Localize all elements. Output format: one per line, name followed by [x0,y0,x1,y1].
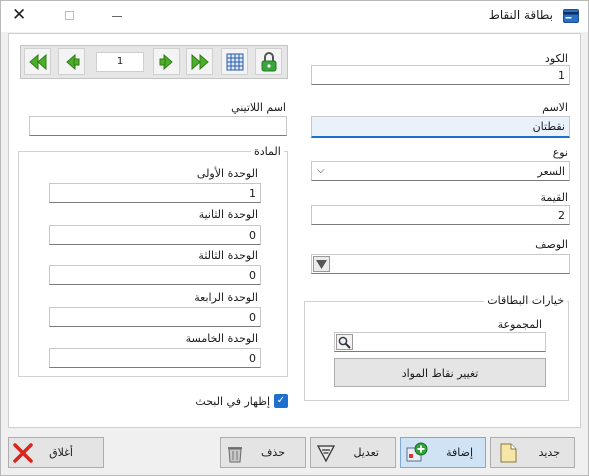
value-label: القيمة [540,191,568,204]
delete-button[interactable]: حذف [220,437,306,468]
unit-2-field[interactable]: 0 [49,225,261,245]
window-title: بطاقة النقاط [488,8,553,22]
group-field[interactable] [334,332,546,352]
next-record-icon [159,53,173,70]
minimize-icon[interactable] [112,16,122,17]
new-document-icon [497,442,519,464]
edit-button-label: تعديل [353,446,379,459]
unit-3-label: الوحدة الثالثة [198,249,258,262]
show-in-search-label: إظهار في البحث [195,395,270,408]
trash-icon [224,442,246,464]
unit-1-label: الوحدة الأولى [196,167,258,180]
unit-2-label: الوحدة الثانية [198,208,258,221]
description-field[interactable] [311,254,570,274]
new-button[interactable]: جديد [490,437,575,468]
code-label: الكود [544,52,568,65]
group-search-button[interactable] [336,334,353,350]
code-field[interactable]: 1 [311,65,570,85]
prev-record-button[interactable] [58,48,85,75]
unit-3-field[interactable]: 0 [49,265,261,285]
unit-5-field[interactable]: 0 [49,348,261,368]
delete-button-label: حذف [261,446,285,459]
type-label: نوع [552,146,568,159]
unit-4-label: الوحدة الرابعة [194,291,258,304]
latin-name-label: اسم اللاتيني [231,101,286,114]
name-field[interactable]: نقطتان [311,116,570,138]
last-record-icon [191,53,209,70]
change-points-button[interactable]: تغيير نقاط المواد [334,358,546,387]
add-record-icon [405,442,428,464]
type-select[interactable]: السعر ⌵ [311,161,570,181]
close-button[interactable]: أغلاق [8,437,104,468]
material-title: المادة [251,145,284,158]
maximize-icon[interactable] [65,11,74,20]
record-number-input[interactable]: 1 [96,52,144,72]
card-options-title: خيارات البطاقات [484,294,567,307]
unit-5-label: الوحدة الخامسة [185,332,258,345]
next-record-button[interactable] [153,48,180,75]
group-label: المجموعة [497,318,542,331]
show-in-search-checkbox[interactable]: ✓ [274,394,288,408]
description-label: الوصف [535,238,568,251]
first-record-button[interactable] [24,48,51,75]
grid-icon [226,53,243,70]
chevron-down-icon: ⌵ [317,165,325,176]
value-field[interactable]: 2 [311,205,570,225]
close-red-x-icon [12,442,34,464]
unit-1-field[interactable]: 1 [49,183,261,203]
unit-4-field[interactable]: 0 [49,307,261,327]
last-record-button[interactable] [186,48,213,75]
description-dropdown-button[interactable] [313,256,330,272]
new-button-label: جديد [538,446,560,459]
close-button-label: أغلاق [49,446,73,459]
prev-record-icon [65,53,79,70]
add-button-label: إضافة [446,446,473,459]
type-select-value: السعر [537,165,565,178]
edit-icon [315,442,337,464]
close-window-icon[interactable]: ✕ [12,5,26,25]
edit-button[interactable]: تعديل [310,437,396,468]
first-record-icon [28,53,46,70]
card-icon [563,9,579,23]
lock-icon [261,51,276,71]
lock-button[interactable] [255,48,282,75]
grid-view-button[interactable] [221,48,248,75]
triangle-down-icon [316,260,327,269]
add-button[interactable]: إضافة [400,437,486,468]
search-icon [338,336,351,349]
latin-name-field[interactable] [29,116,287,136]
name-label: الاسم [542,101,568,114]
